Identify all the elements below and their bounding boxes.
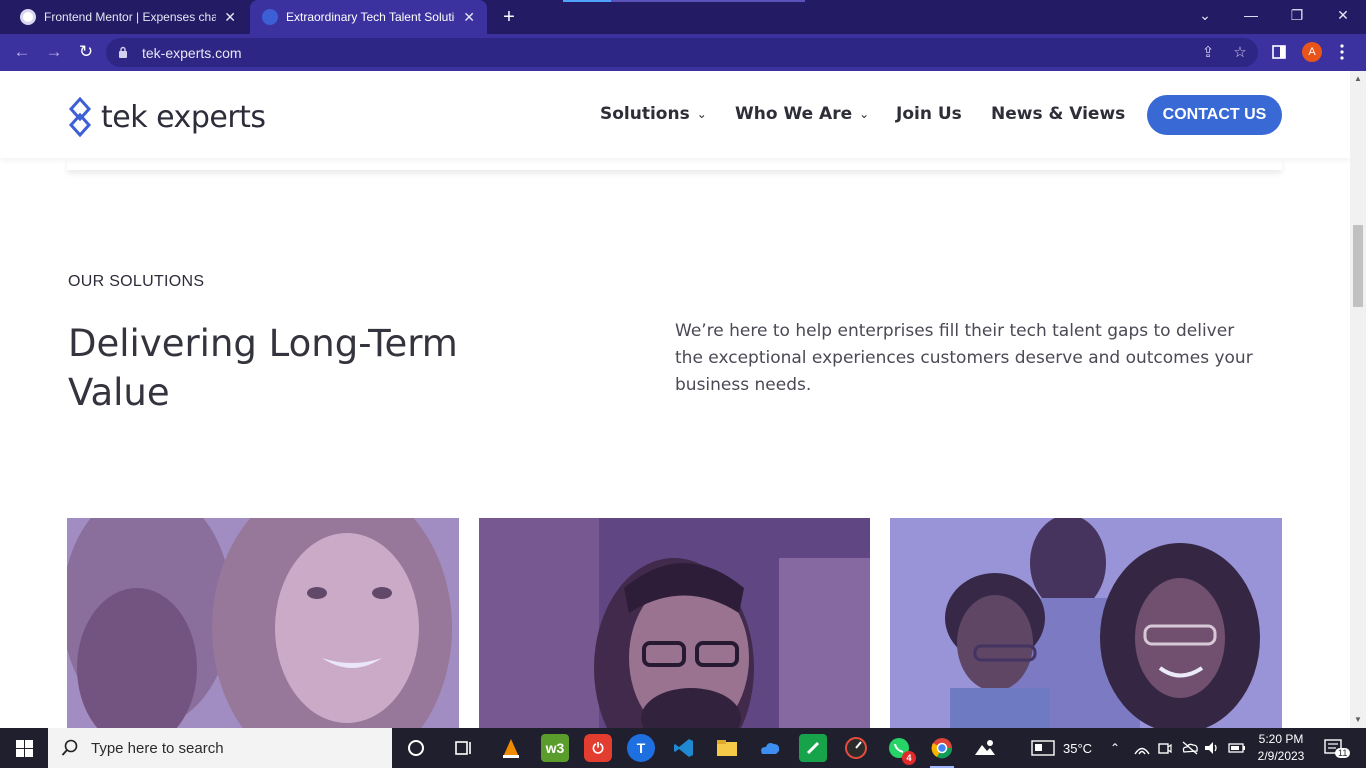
photos-app-icon[interactable] (971, 734, 999, 762)
close-tab-icon[interactable]: ✕ (463, 9, 475, 26)
close-window-icon[interactable]: ✕ (1320, 0, 1366, 30)
minimize-icon[interactable]: — (1228, 0, 1274, 30)
nav-news-views[interactable]: News & Views (991, 104, 1125, 124)
webstorm-style-app-icon[interactable]: w3 (541, 734, 569, 762)
section-heading: Delivering Long-Term Value (68, 322, 458, 414)
battery-icon[interactable] (1228, 728, 1246, 768)
start-button[interactable] (0, 728, 48, 768)
notes-app-icon[interactable] (799, 734, 827, 762)
vscode-icon[interactable] (670, 734, 698, 762)
menu-kebab-icon[interactable] (1330, 40, 1354, 64)
file-explorer-icon[interactable] (713, 734, 741, 762)
solution-card-image-3[interactable] (890, 518, 1282, 728)
scrollbar-thumb[interactable] (1353, 225, 1363, 307)
nav-label: Join Us (896, 104, 962, 124)
windows-taskbar: Type here to search w3 ⏻ T 4 35°C ⌃ 5:20… (0, 728, 1366, 768)
woman-smiling-photo (67, 518, 459, 728)
vlc-icon[interactable] (497, 734, 525, 762)
contact-us-button[interactable]: CONTACT US (1147, 95, 1282, 135)
nav-label: Who We Are (735, 104, 853, 124)
scroll-down-icon[interactable]: ▼ (1353, 715, 1363, 725)
task-view-icon[interactable] (450, 734, 478, 762)
address-bar[interactable]: tek-experts.com ⇪ ☆ (106, 38, 1258, 67)
power-app-icon[interactable]: ⏻ (584, 734, 612, 762)
system-clock[interactable]: 5:20 PM 2/9/2023 (1253, 731, 1309, 765)
reload-icon[interactable]: ↻ (73, 39, 99, 65)
tab-search-icon[interactable]: ⌄ (1182, 0, 1228, 30)
tray-overflow-icon[interactable]: ⌃ (1110, 728, 1120, 768)
tab-title: Frontend Mentor | Expenses char (44, 10, 217, 24)
browser-tab-frontend-mentor[interactable]: Frontend Mentor | Expenses char ✕ (8, 0, 248, 34)
solution-card-image-2[interactable] (479, 518, 870, 728)
team-group-photo (890, 518, 1282, 728)
browser-toolbar: ← → ↻ tek-experts.com ⇪ ☆ A (0, 34, 1366, 71)
frontend-mentor-favicon-icon (20, 9, 36, 25)
header-card-edge (67, 158, 1282, 170)
onedrive-off-icon[interactable] (1181, 728, 1199, 768)
section-eyebrow: OUR SOLUTIONS (68, 273, 205, 290)
chrome-icon[interactable] (928, 734, 956, 768)
cloud-app-icon[interactable] (756, 734, 784, 762)
tek-experts-logo-icon (68, 97, 92, 137)
search-icon (61, 739, 78, 756)
network-icon[interactable] (1134, 728, 1150, 768)
chevron-down-icon: ⌄ (859, 107, 870, 121)
profile-avatar[interactable]: A (1302, 42, 1322, 62)
nav-solutions[interactable]: Solutions ⌄ (600, 104, 707, 124)
whatsapp-icon[interactable]: 4 (885, 734, 916, 765)
t-app-icon[interactable]: T (627, 734, 655, 762)
tek-experts-favicon-icon (262, 9, 278, 25)
url-text: tek-experts.com (142, 45, 242, 61)
windows-logo-icon (15, 739, 33, 757)
volume-icon[interactable] (1204, 728, 1220, 768)
forward-icon[interactable]: → (41, 39, 67, 65)
news-icon (1031, 740, 1055, 756)
site-header: tek experts Solutions ⌄ Who We Are ⌄ Joi… (0, 71, 1350, 158)
close-tab-icon[interactable]: ✕ (224, 9, 236, 26)
bookmark-star-icon[interactable]: ☆ (1230, 43, 1250, 63)
taskbar-search-box[interactable]: Type here to search (48, 728, 392, 768)
page-scrollbar[interactable]: ▲ ▼ (1350, 71, 1366, 728)
cortana-icon[interactable] (402, 734, 430, 762)
nav-join-us[interactable]: Join Us (896, 104, 962, 124)
page-viewport: tek experts Solutions ⌄ Who We Are ⌄ Joi… (0, 71, 1350, 728)
scroll-up-icon[interactable]: ▲ (1353, 74, 1363, 84)
solution-card-image-1[interactable] (67, 518, 459, 728)
tab-loading-indicator (563, 0, 805, 2)
whatsapp-badge: 4 (902, 751, 916, 765)
nav-label: Solutions (600, 104, 690, 124)
share-icon[interactable]: ⇪ (1198, 43, 1218, 63)
notifications-icon[interactable]: 11 (1324, 728, 1351, 768)
browser-tab-strip: Frontend Mentor | Expenses char ✕ Extrao… (0, 0, 1366, 34)
section-intro: We’re here to help enterprises fill thei… (675, 321, 1253, 395)
new-tab-button[interactable]: + (498, 6, 520, 29)
notifications-badge: 11 (1335, 748, 1351, 758)
tab-title: Extraordinary Tech Talent Solution (286, 10, 456, 24)
man-with-glasses-photo (479, 518, 870, 728)
site-logo[interactable]: tek experts (67, 97, 266, 137)
back-icon[interactable]: ← (9, 39, 35, 65)
browser-tab-tek-experts[interactable]: Extraordinary Tech Talent Solution ✕ (250, 0, 487, 34)
side-panel-icon[interactable] (1267, 40, 1291, 64)
nav-label: News & Views (991, 104, 1126, 124)
chevron-down-icon: ⌄ (696, 107, 707, 121)
restore-icon[interactable]: ❐ (1274, 0, 1320, 30)
clock-date: 2/9/2023 (1257, 749, 1305, 763)
lock-icon (119, 46, 127, 58)
weather-temp: 35°C (1063, 740, 1093, 756)
meet-now-icon[interactable] (1158, 728, 1172, 768)
logo-text: tek experts (101, 99, 266, 135)
clock-time: 5:20 PM (1258, 732, 1304, 746)
search-placeholder: Type here to search (91, 739, 224, 757)
wpm-speedometer-icon[interactable] (842, 734, 870, 762)
news-weather-widget[interactable]: 35°C (1031, 728, 1092, 768)
nav-who-we-are[interactable]: Who We Are ⌄ (735, 104, 869, 124)
